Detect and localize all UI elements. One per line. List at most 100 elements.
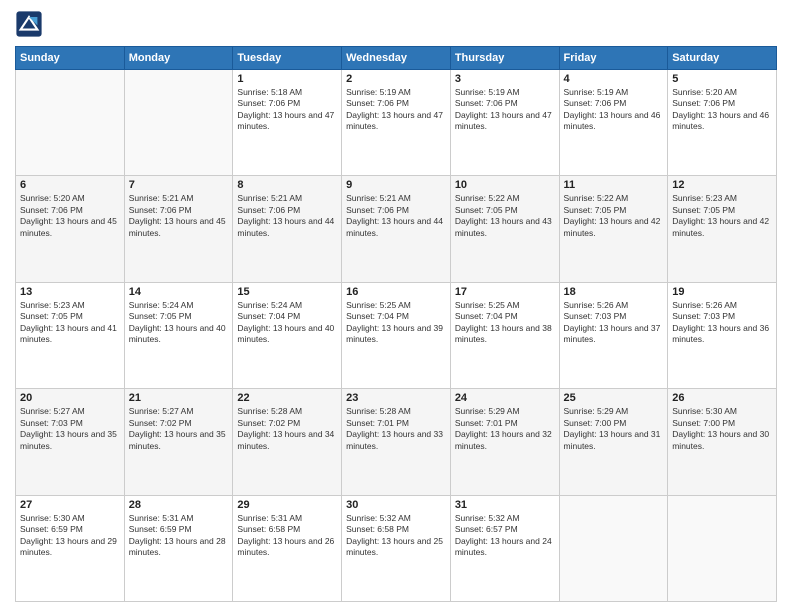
weekday-header: Monday [124,47,233,70]
day-info: Sunrise: 5:32 AM Sunset: 6:58 PM Dayligh… [346,513,446,559]
calendar-week-row: 20 Sunrise: 5:27 AM Sunset: 7:03 PM Dayli… [16,389,777,495]
calendar-day-cell [559,495,668,601]
day-number: 2 [346,73,446,85]
calendar-day-cell: 5 Sunrise: 5:20 AM Sunset: 7:06 PM Daylig… [668,70,777,176]
day-info: Sunrise: 5:26 AM Sunset: 7:03 PM Dayligh… [564,300,664,346]
calendar-day-cell: 13 Sunrise: 5:23 AM Sunset: 7:05 PM Dayli… [16,282,125,388]
weekday-header: Wednesday [342,47,451,70]
day-number: 31 [455,499,555,511]
day-number: 13 [20,286,120,298]
calendar-week-row: 6 Sunrise: 5:20 AM Sunset: 7:06 PM Daylig… [16,176,777,282]
calendar-day-cell: 29Sunrise: 5:31 AM Sunset: 6:58 PM Dayli… [233,495,342,601]
calendar-day-cell: 10 Sunrise: 5:22 AM Sunset: 7:05 PM Dayli… [450,176,559,282]
day-info: Sunrise: 5:28 AM Sunset: 7:01 PM Dayligh… [346,406,446,452]
day-info: Sunrise: 5:27 AM Sunset: 7:03 PM Dayligh… [20,406,120,452]
day-info: Sunrise: 5:29 AM Sunset: 7:01 PM Dayligh… [455,406,555,452]
weekday-header: Friday [559,47,668,70]
day-number: 25 [564,392,664,404]
calendar-day-cell: 21 Sunrise: 5:27 AM Sunset: 7:02 PM Dayli… [124,389,233,495]
day-info: Sunrise: 5:30 AM Sunset: 7:00 PM Dayligh… [672,406,772,452]
day-number: 3 [455,73,555,85]
day-number: 26 [672,392,772,404]
calendar-week-row: 1Sunrise: 5:18 AM Sunset: 7:06 PM Daylig… [16,70,777,176]
day-info: Sunrise: 5:22 AM Sunset: 7:05 PM Dayligh… [455,193,555,239]
day-info: Sunrise: 5:23 AM Sunset: 7:05 PM Dayligh… [20,300,120,346]
calendar-day-cell: 25 Sunrise: 5:29 AM Sunset: 7:00 PM Dayli… [559,389,668,495]
day-info: Sunrise: 5:26 AM Sunset: 7:03 PM Dayligh… [672,300,772,346]
day-number: 29 [237,499,337,511]
day-number: 17 [455,286,555,298]
day-info: Sunrise: 5:24 AM Sunset: 7:04 PM Dayligh… [237,300,337,346]
day-number: 6 [20,179,120,191]
calendar-day-cell: 28 Sunrise: 5:31 AM Sunset: 6:59 PM Dayli… [124,495,233,601]
calendar-day-cell: 19 Sunrise: 5:26 AM Sunset: 7:03 PM Dayli… [668,282,777,388]
calendar-day-cell: 27 Sunrise: 5:30 AM Sunset: 6:59 PM Dayli… [16,495,125,601]
day-info: Sunrise: 5:21 AM Sunset: 7:06 PM Dayligh… [129,193,229,239]
calendar-day-cell: 8 Sunrise: 5:21 AM Sunset: 7:06 PM Daylig… [233,176,342,282]
calendar-day-cell [16,70,125,176]
calendar-day-cell: 20 Sunrise: 5:27 AM Sunset: 7:03 PM Dayli… [16,389,125,495]
day-number: 10 [455,179,555,191]
weekday-header: Thursday [450,47,559,70]
calendar-day-cell: 1Sunrise: 5:18 AM Sunset: 7:06 PM Daylig… [233,70,342,176]
calendar-day-cell: 2Sunrise: 5:19 AM Sunset: 7:06 PM Daylig… [342,70,451,176]
header [15,10,777,38]
day-info: Sunrise: 5:20 AM Sunset: 7:06 PM Dayligh… [20,193,120,239]
calendar-day-cell: 30 Sunrise: 5:32 AM Sunset: 6:58 PM Dayli… [342,495,451,601]
day-number: 12 [672,179,772,191]
weekday-header-row: SundayMondayTuesdayWednesdayThursdayFrid… [16,47,777,70]
day-info: Sunrise: 5:25 AM Sunset: 7:04 PM Dayligh… [346,300,446,346]
day-number: 19 [672,286,772,298]
day-number: 8 [237,179,337,191]
day-info: Sunrise: 5:31 AM Sunset: 6:59 PM Dayligh… [129,513,229,559]
day-number: 28 [129,499,229,511]
calendar-day-cell: 18 Sunrise: 5:26 AM Sunset: 7:03 PM Dayli… [559,282,668,388]
calendar-day-cell: 16Sunrise: 5:25 AM Sunset: 7:04 PM Dayli… [342,282,451,388]
day-number: 15 [237,286,337,298]
day-info: Sunrise: 5:23 AM Sunset: 7:05 PM Dayligh… [672,193,772,239]
day-number: 9 [346,179,446,191]
calendar-day-cell [668,495,777,601]
calendar-day-cell [124,70,233,176]
weekday-header: Tuesday [233,47,342,70]
day-number: 18 [564,286,664,298]
calendar-day-cell: 4 Sunrise: 5:19 AM Sunset: 7:06 PM Daylig… [559,70,668,176]
page: SundayMondayTuesdayWednesdayThursdayFrid… [0,0,792,612]
day-number: 14 [129,286,229,298]
day-number: 24 [455,392,555,404]
day-info: Sunrise: 5:19 AM Sunset: 7:06 PM Dayligh… [455,87,555,133]
day-info: Sunrise: 5:21 AM Sunset: 7:06 PM Dayligh… [237,193,337,239]
calendar-day-cell: 11 Sunrise: 5:22 AM Sunset: 7:05 PM Dayli… [559,176,668,282]
calendar-day-cell: 3 Sunrise: 5:19 AM Sunset: 7:06 PM Daylig… [450,70,559,176]
day-number: 21 [129,392,229,404]
day-info: Sunrise: 5:20 AM Sunset: 7:06 PM Dayligh… [672,87,772,133]
logo [15,10,47,38]
day-info: Sunrise: 5:29 AM Sunset: 7:00 PM Dayligh… [564,406,664,452]
day-info: Sunrise: 5:21 AM Sunset: 7:06 PM Dayligh… [346,193,446,239]
day-info: Sunrise: 5:32 AM Sunset: 6:57 PM Dayligh… [455,513,555,559]
calendar-week-row: 27 Sunrise: 5:30 AM Sunset: 6:59 PM Dayli… [16,495,777,601]
day-number: 11 [564,179,664,191]
day-info: Sunrise: 5:28 AM Sunset: 7:02 PM Dayligh… [237,406,337,452]
calendar-day-cell: 31 Sunrise: 5:32 AM Sunset: 6:57 PM Dayli… [450,495,559,601]
calendar-day-cell: 6 Sunrise: 5:20 AM Sunset: 7:06 PM Daylig… [16,176,125,282]
day-number: 27 [20,499,120,511]
day-info: Sunrise: 5:27 AM Sunset: 7:02 PM Dayligh… [129,406,229,452]
calendar-table: SundayMondayTuesdayWednesdayThursdayFrid… [15,46,777,602]
calendar-day-cell: 22 Sunrise: 5:28 AM Sunset: 7:02 PM Dayli… [233,389,342,495]
calendar-week-row: 13 Sunrise: 5:23 AM Sunset: 7:05 PM Dayli… [16,282,777,388]
day-info: Sunrise: 5:22 AM Sunset: 7:05 PM Dayligh… [564,193,664,239]
calendar-day-cell: 26 Sunrise: 5:30 AM Sunset: 7:00 PM Dayli… [668,389,777,495]
weekday-header: Saturday [668,47,777,70]
day-number: 22 [237,392,337,404]
day-info: Sunrise: 5:30 AM Sunset: 6:59 PM Dayligh… [20,513,120,559]
day-number: 4 [564,73,664,85]
calendar-day-cell: 17Sunrise: 5:25 AM Sunset: 7:04 PM Dayli… [450,282,559,388]
calendar-day-cell: 24 Sunrise: 5:29 AM Sunset: 7:01 PM Dayli… [450,389,559,495]
day-info: Sunrise: 5:24 AM Sunset: 7:05 PM Dayligh… [129,300,229,346]
calendar-day-cell: 7Sunrise: 5:21 AM Sunset: 7:06 PM Daylig… [124,176,233,282]
day-info: Sunrise: 5:19 AM Sunset: 7:06 PM Dayligh… [564,87,664,133]
day-number: 30 [346,499,446,511]
day-number: 20 [20,392,120,404]
day-number: 5 [672,73,772,85]
